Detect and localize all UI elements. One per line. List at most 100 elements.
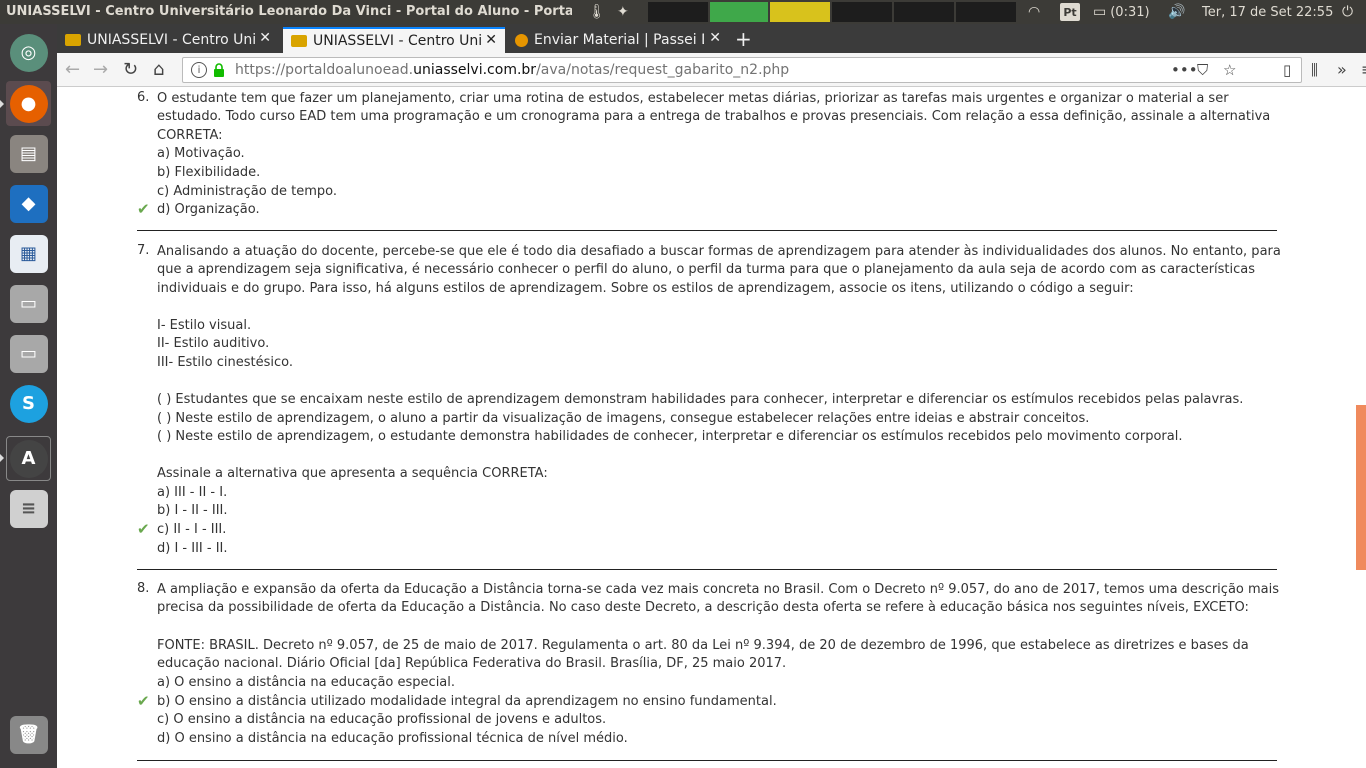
network-monitor[interactable] <box>770 2 830 22</box>
question-text: III- Estilo cinestésico. <box>157 355 293 370</box>
trash-icon[interactable]: 🗑 <box>6 712 51 757</box>
question-text: precisa da possibilidade de oferta da Ed… <box>157 600 1249 615</box>
firefox-icon[interactable]: ● <box>6 81 51 126</box>
cpu-monitor[interactable] <box>648 2 708 22</box>
url-domain: uniasselvi.com.br <box>413 62 537 78</box>
launcher: ◎ ● ▤ ◆ ▦ ▭ ▭ S A ≡ 🗑 <box>0 24 57 768</box>
correct-check-icon: ✔ <box>137 200 150 218</box>
reload-button[interactable]: ↻ <box>123 59 138 80</box>
url-text: https://portaldoalunoead.uniasselvi.com.… <box>235 62 789 78</box>
divider <box>137 760 1277 761</box>
option-a: a) O ensino a distância na educação espe… <box>157 675 456 690</box>
files-icon[interactable]: ▤ <box>6 131 51 176</box>
forward-button[interactable]: → <box>93 59 108 80</box>
swap-monitor[interactable] <box>832 2 892 22</box>
lock-icon <box>214 63 224 77</box>
url-path: /ava/notas/request_gabarito_n2.php <box>536 62 790 78</box>
skype-icon[interactable]: S <box>6 381 51 426</box>
library-icon[interactable]: ⫼ <box>1311 61 1318 79</box>
question-text: educação nacional. Diário Oficial [da] R… <box>157 656 787 671</box>
close-tab-icon[interactable]: ✕ <box>709 30 721 46</box>
site-info-icon[interactable]: i <box>191 62 207 78</box>
divider <box>137 230 1277 231</box>
question-text: A ampliação e expansão da oferta da Educ… <box>157 582 1280 597</box>
server-icon[interactable]: ≡ <box>6 486 51 531</box>
question-text: ( ) Estudantes que se encaixam neste est… <box>157 392 1244 407</box>
question-text: CORRETA: <box>157 128 223 143</box>
home-button[interactable]: ⌂ <box>153 59 164 80</box>
drive-icon[interactable]: ▭ <box>6 281 51 326</box>
option-d: d) I - III - II. <box>157 541 228 556</box>
page-actions-button[interactable]: ••• <box>1171 61 1198 79</box>
back-button[interactable]: ← <box>65 59 80 80</box>
sidebar-icon[interactable]: ▯ <box>1283 61 1291 79</box>
nav-bar: ← → ↻ ⌂ i https://portaldoalunoead.unias… <box>57 53 1366 87</box>
option-b: b) O ensino a distância utilizado modali… <box>157 694 777 709</box>
option-d: d) Organização. <box>157 202 260 217</box>
option-c: c) II - I - III. <box>157 522 227 537</box>
running-indicator-2 <box>0 454 4 462</box>
option-d: d) O ensino a distância na educação prof… <box>157 731 628 746</box>
battery-indicator[interactable]: ▭ (0:31) <box>1093 0 1150 24</box>
option-c: c) Administração de tempo. <box>157 184 338 199</box>
thermometer-icon[interactable]: 🌡 <box>588 0 606 24</box>
battery-icon: ▭ <box>1093 4 1107 20</box>
option-b: b) I - II - III. <box>157 503 228 518</box>
load-monitor[interactable] <box>894 2 954 22</box>
tab-uniasselvi-2[interactable]: UNIASSELVI - Centro Uni ✕ <box>283 27 505 53</box>
drive-icon-2[interactable]: ▭ <box>6 331 51 376</box>
close-tab-icon[interactable]: ✕ <box>485 32 497 48</box>
question-text: individuais e do grupo. Para isso, há al… <box>157 281 1134 296</box>
question-text: estudado. Todo curso EAD tem uma program… <box>157 109 1271 124</box>
tab-uniasselvi-1[interactable]: UNIASSELVI - Centro Uni ✕ <box>57 27 279 53</box>
divider <box>137 569 1277 570</box>
pocket-icon[interactable]: ⛉ <box>1197 61 1208 79</box>
wifi-icon[interactable]: ◠ <box>1028 0 1040 24</box>
question-text: O estudante tem que fazer um planejament… <box>157 91 1229 106</box>
top-panel: UNIASSELVI - Centro Universitário Leonar… <box>0 0 1366 24</box>
dropbox-icon[interactable]: ✦ <box>617 0 629 24</box>
software-updater-icon[interactable]: A <box>6 436 51 481</box>
page-content: 6. O estudante tem que fazer um planejam… <box>57 88 1366 768</box>
option-a: a) III - II - I. <box>157 485 228 500</box>
option-c: c) O ensino a distância na educação prof… <box>157 712 607 727</box>
battery-time: (0:31) <box>1110 4 1150 20</box>
window-title: UNIASSELVI - Centro Universitário Leonar… <box>6 4 572 19</box>
question-number: 8. <box>137 581 150 596</box>
clock[interactable]: Ter, 17 de Set 22:55 <box>1202 0 1333 24</box>
overflow-menu-icon[interactable]: » <box>1337 60 1347 79</box>
correct-check-icon: ✔ <box>137 692 150 710</box>
uniasselvi-favicon-icon <box>65 34 81 46</box>
running-indicator <box>0 100 4 108</box>
question-text: Analisando a atuação do docente, percebe… <box>157 244 1281 259</box>
new-tab-icon[interactable]: + <box>735 27 752 51</box>
ubuntu-dash-icon[interactable]: ◎ <box>6 30 51 75</box>
memory-monitor[interactable] <box>710 2 768 22</box>
question-text: ( ) Neste estilo de aprendizagem, o estu… <box>157 429 1183 444</box>
question-text: que a aprendizagem seja significativa, é… <box>157 262 1256 277</box>
url-prefix: https://portaldoalunoead. <box>235 62 414 78</box>
disk-monitor[interactable] <box>956 2 1016 22</box>
virtualbox-icon[interactable]: ◆ <box>6 181 51 226</box>
passei-direto-favicon-icon <box>515 33 528 47</box>
close-tab-icon[interactable]: ✕ <box>259 30 271 46</box>
question-number: 6. <box>137 90 150 105</box>
scrollbar-thumb[interactable] <box>1356 405 1366 570</box>
correct-check-icon: ✔ <box>137 520 150 538</box>
question-text: II- Estilo auditivo. <box>157 336 270 351</box>
keyboard-layout-indicator[interactable]: Pt <box>1060 0 1080 24</box>
question-text: Assinale a alternativa que apresenta a s… <box>157 466 548 481</box>
question-text: I- Estilo visual. <box>157 318 252 333</box>
url-bar[interactable]: i https://portaldoalunoead.uniasselvi.co… <box>182 57 1302 83</box>
hamburger-menu-icon[interactable]: ≡ <box>1361 60 1366 79</box>
tab-enviar-material[interactable]: Enviar Material | Passei D ✕ <box>507 27 729 53</box>
power-icon[interactable]: ⏻ <box>1342 0 1353 24</box>
uniasselvi-favicon-icon <box>291 35 307 47</box>
question-text: ( ) Neste estilo de aprendizagem, o alun… <box>157 411 1090 426</box>
tab-bar: UNIASSELVI - Centro Uni ✕ UNIASSELVI - C… <box>57 24 1366 53</box>
document-viewer-icon[interactable]: ▦ <box>6 231 51 276</box>
volume-icon[interactable]: 🔊 <box>1168 0 1185 24</box>
option-a: a) Motivação. <box>157 146 245 161</box>
question-number: 7. <box>137 243 150 258</box>
bookmark-star-icon[interactable]: ☆ <box>1223 61 1236 79</box>
